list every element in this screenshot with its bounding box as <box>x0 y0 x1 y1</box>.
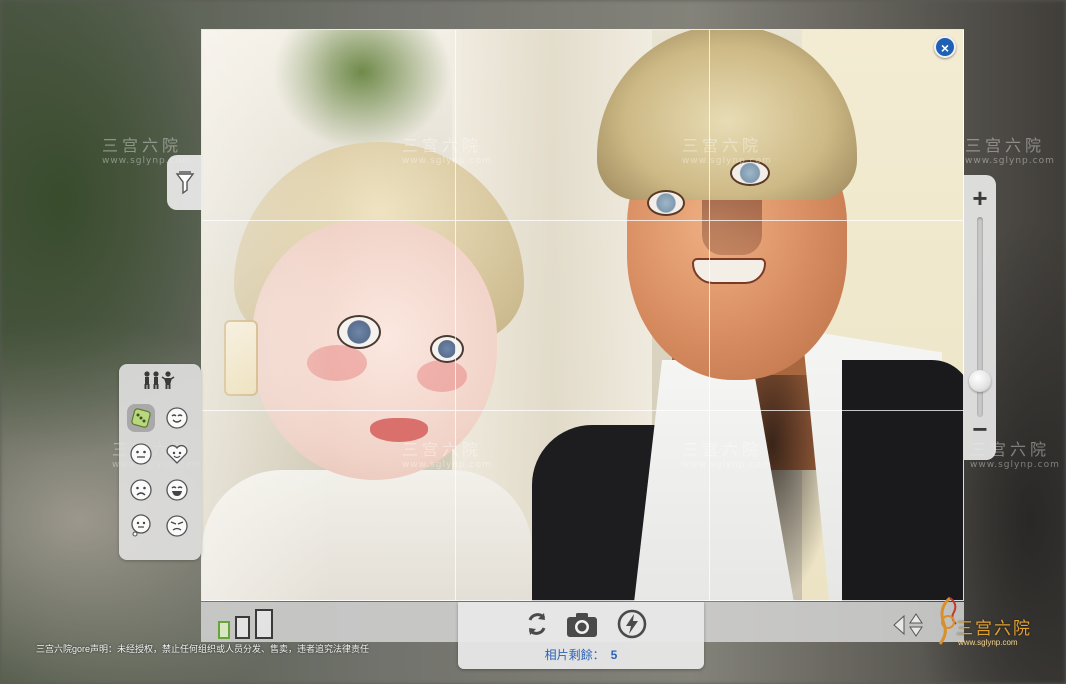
camera-icon <box>567 613 597 637</box>
thought-face-icon[interactable] <box>127 512 155 540</box>
ratio-small-button[interactable] <box>218 621 230 639</box>
logo-text: 三宫六院 <box>956 619 1032 639</box>
filter-tab[interactable] <box>167 155 203 210</box>
flash-button[interactable] <box>615 607 649 641</box>
frame-ratio-selector <box>218 609 273 639</box>
neutral-face-icon[interactable] <box>127 440 155 468</box>
zoom-slider-thumb[interactable] <box>969 370 991 392</box>
ratio-large-button[interactable] <box>255 609 273 639</box>
ratio-medium-button[interactable] <box>235 616 250 639</box>
angry-face-icon[interactable] <box>163 512 191 540</box>
expression-panel <box>119 364 201 560</box>
heart-face-icon[interactable] <box>163 440 191 468</box>
photos-remaining-count: 5 <box>610 648 618 662</box>
rotate-icon <box>528 613 546 635</box>
logo-url: www.sglynp.com <box>958 638 1018 647</box>
random-dice-icon[interactable] <box>127 404 155 432</box>
rotate-button[interactable] <box>520 607 554 641</box>
close-icon: × <box>940 40 950 56</box>
close-button[interactable]: × <box>934 36 956 58</box>
happy-face-icon[interactable] <box>163 404 191 432</box>
sad-face-icon[interactable] <box>127 476 155 504</box>
grin-face-icon[interactable] <box>163 476 191 504</box>
zoom-out-button[interactable]: − <box>964 416 996 444</box>
photos-remaining-label: 相片剩餘： <box>544 648 605 662</box>
flash-icon <box>617 609 647 639</box>
sims-group-icon[interactable] <box>119 370 201 392</box>
take-photo-button[interactable] <box>565 607 599 641</box>
filter-funnel-icon <box>175 170 195 194</box>
zoom-in-button[interactable]: + <box>964 185 996 213</box>
camera-frame-border <box>201 29 964 601</box>
photos-remaining: 相片剩餘： 5 <box>458 646 704 663</box>
disclaimer-text: 三宫六院gore声明：未经授权，禁止任何组织或人员分发、售卖，违者追究法律责任 <box>36 644 370 654</box>
zoom-panel: + − <box>964 175 996 460</box>
